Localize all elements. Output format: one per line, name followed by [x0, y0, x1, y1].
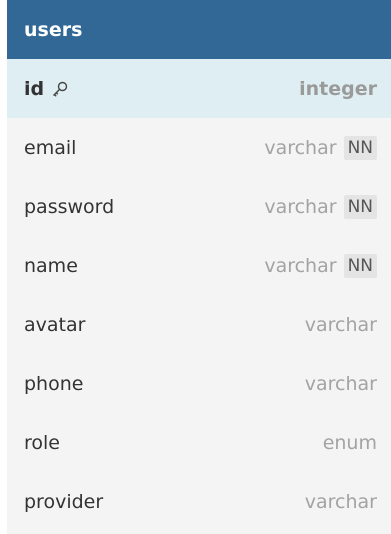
- column-type: varchar: [304, 313, 377, 336]
- column-name: id: [24, 77, 45, 100]
- column-row-name: name varchar NN: [7, 236, 391, 295]
- column-name: avatar: [24, 313, 86, 336]
- column-row-id: id integer: [7, 59, 391, 118]
- column-type: enum: [322, 431, 377, 454]
- column-row-provider: provider varchar: [7, 472, 391, 531]
- column-name: name: [24, 254, 78, 277]
- table-title: users: [24, 18, 83, 41]
- column-name: email: [24, 136, 77, 159]
- not-null-badge: NN: [343, 253, 377, 278]
- table-header: users: [7, 0, 391, 59]
- column-type: varchar: [264, 136, 337, 159]
- column-name: password: [24, 195, 115, 218]
- column-row-role: role enum: [7, 413, 391, 472]
- not-null-badge: NN: [343, 194, 377, 219]
- column-row-email: email varchar NN: [7, 118, 391, 177]
- not-null-badge: NN: [343, 135, 377, 160]
- column-type: varchar: [264, 254, 337, 277]
- column-row-password: password varchar NN: [7, 177, 391, 236]
- column-row-avatar: avatar varchar: [7, 295, 391, 354]
- column-name: phone: [24, 372, 84, 395]
- column-type: varchar: [304, 490, 377, 513]
- column-type: varchar: [264, 195, 337, 218]
- key-icon: [51, 80, 69, 98]
- column-type: integer: [299, 77, 377, 100]
- column-row-phone: phone varchar: [7, 354, 391, 413]
- column-name: role: [24, 431, 60, 454]
- column-type: varchar: [304, 372, 377, 395]
- column-name: provider: [24, 490, 104, 513]
- users-table: users id integer email varchar NN passwo…: [7, 0, 391, 534]
